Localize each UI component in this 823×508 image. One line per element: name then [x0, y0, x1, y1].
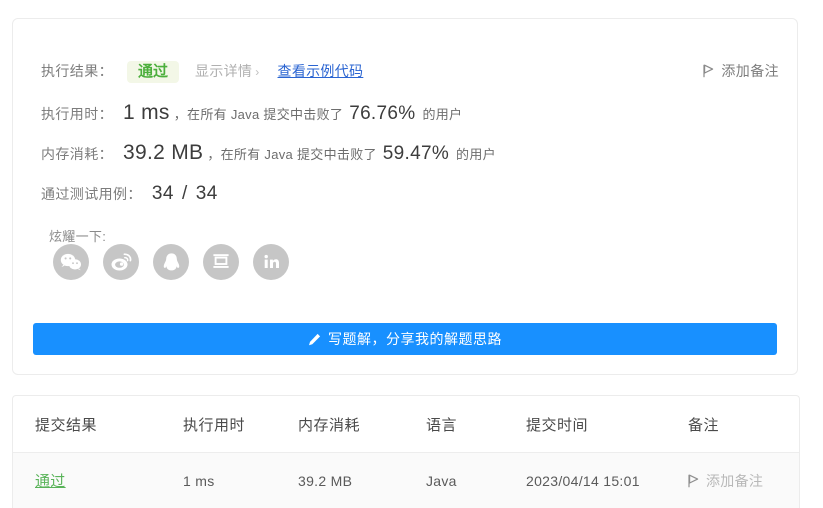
- cell-submit-time: 2023/04/14 15:01: [526, 472, 640, 489]
- column-header-note: 备注: [688, 416, 720, 434]
- chevron-right-icon: ›: [255, 65, 260, 79]
- result-status-row: 执行结果： 通过 显示详情 › 查看示例代码: [41, 61, 363, 83]
- column-header-runtime: 执行用时: [183, 416, 246, 434]
- row-add-note-label: 添加备注: [706, 472, 764, 489]
- row-add-note-button[interactable]: 添加备注: [688, 471, 799, 491]
- add-note-label: 添加备注: [721, 63, 779, 79]
- flag-icon: [703, 64, 714, 78]
- write-solution-label: 写题解，分享我的解题思路: [328, 331, 502, 347]
- cell-language: Java: [426, 472, 457, 489]
- memory-row: 内存消耗： 39.2 MB ，在所有 Java 提交中击败了 59.47% 的用…: [41, 141, 496, 165]
- cell-runtime: 1 ms: [183, 472, 215, 489]
- column-header-status: 提交结果: [35, 416, 98, 434]
- add-note-button[interactable]: 添加备注: [703, 61, 779, 81]
- submissions-table: 提交结果 执行用时 内存消耗 语言 提交时间 备注 通过 1 ms 39.2 M…: [13, 396, 799, 508]
- linkedin-icon[interactable]: [253, 244, 289, 280]
- runtime-beat-prefix: ，在所有 Java 提交中击败了: [173, 107, 344, 122]
- flag-icon: [688, 474, 699, 487]
- result-label: 执行结果：: [41, 63, 113, 79]
- testcases-passed: 34: [151, 183, 174, 204]
- testcases-separator: /: [181, 183, 188, 204]
- runtime-percentile: 76.76%: [349, 103, 416, 124]
- runtime-row: 执行用时： 1 ms ，在所有 Java 提交中击败了 76.76% 的用户: [41, 101, 462, 125]
- submissions-table-card: 提交结果 执行用时 内存消耗 语言 提交时间 备注 通过 1 ms 39.2 M…: [12, 395, 800, 508]
- column-header-time: 提交时间: [526, 416, 589, 434]
- testcases-total: 34: [195, 183, 218, 204]
- column-header-language: 语言: [426, 416, 458, 434]
- testcases-label: 通过测试用例：: [41, 186, 142, 202]
- cell-memory: 39.2 MB: [298, 472, 353, 489]
- show-detail-label: 显示详情: [195, 63, 253, 79]
- qq-icon[interactable]: [153, 244, 189, 280]
- show-detail-link[interactable]: 显示详情 ›: [195, 61, 260, 81]
- testcases-row: 通过测试用例： 34 / 34: [41, 183, 218, 205]
- cell-status: 通过: [13, 453, 183, 508]
- sample-code-link[interactable]: 查看示例代码: [278, 61, 364, 81]
- table-row[interactable]: 通过 1 ms 39.2 MB Java 2023/04/14 15:01 添加…: [13, 452, 799, 508]
- wechat-icon[interactable]: [53, 244, 89, 280]
- runtime-label: 执行用时：: [41, 106, 113, 122]
- pencil-icon: [309, 333, 321, 345]
- share-icons-row: [53, 244, 289, 280]
- memory-percentile: 59.47%: [382, 143, 450, 164]
- write-solution-button[interactable]: 写题解，分享我的解题思路: [33, 323, 777, 355]
- submissions-table-head: 提交结果 执行用时 内存消耗 语言 提交时间 备注: [13, 396, 799, 453]
- share-label: 炫耀一下:: [49, 229, 107, 244]
- runtime-value: 1 ms: [123, 101, 170, 124]
- execution-result-card: 执行结果： 通过 显示详情 › 查看示例代码 添加备注 执行用时： 1 ms ，在…: [12, 18, 798, 375]
- memory-value: 39.2 MB: [123, 141, 204, 164]
- submission-status-link[interactable]: 通过: [35, 473, 66, 490]
- cell-note: 添加备注: [688, 453, 799, 508]
- runtime-beat-suffix: 的用户: [422, 107, 463, 122]
- submissions-table-body: 通过 1 ms 39.2 MB Java 2023/04/14 15:01 添加…: [13, 452, 799, 508]
- memory-beat-suffix: 的用户: [456, 147, 496, 162]
- weibo-icon[interactable]: [103, 244, 139, 280]
- memory-label: 内存消耗：: [41, 146, 113, 162]
- column-header-memory: 内存消耗: [298, 416, 361, 434]
- memory-beat-prefix: ，在所有 Java 提交中击败了: [207, 147, 377, 162]
- status-badge: 通过: [127, 61, 180, 83]
- table-header-row: 提交结果 执行用时 内存消耗 语言 提交时间 备注: [13, 396, 799, 453]
- douban-icon[interactable]: [203, 244, 239, 280]
